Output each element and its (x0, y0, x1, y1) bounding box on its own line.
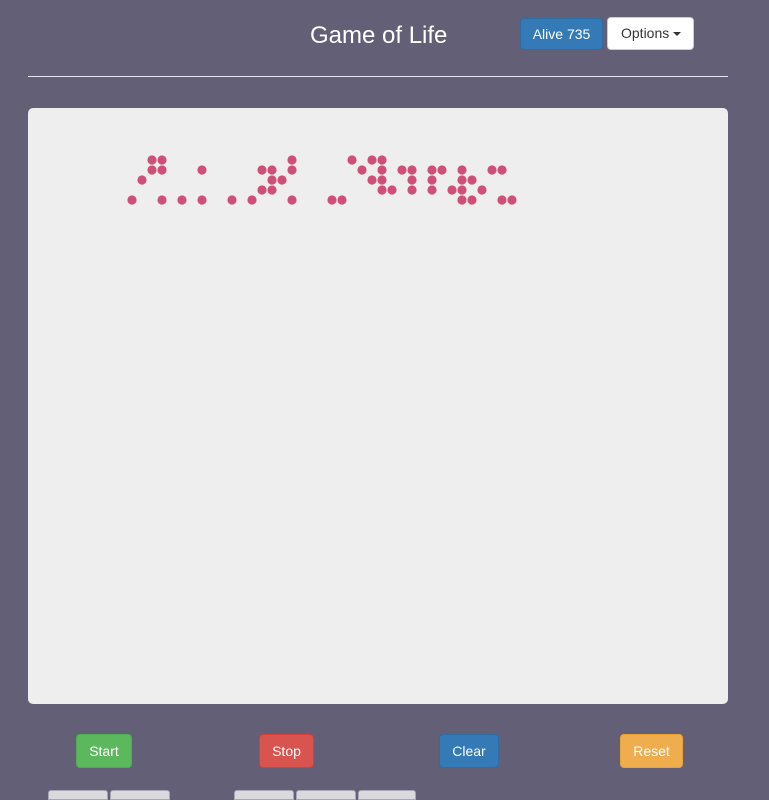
live-cell[interactable] (157, 155, 167, 165)
bottom-tab[interactable] (110, 790, 170, 800)
live-cell[interactable] (327, 195, 337, 205)
live-cell[interactable] (377, 185, 387, 195)
live-cell[interactable] (177, 195, 187, 205)
bottom-tab[interactable] (296, 790, 356, 800)
live-cell[interactable] (437, 165, 447, 175)
live-cell[interactable] (427, 175, 437, 185)
reset-button[interactable]: Reset (620, 734, 683, 768)
live-cell[interactable] (197, 195, 207, 205)
live-cell[interactable] (287, 165, 297, 175)
live-cell[interactable] (387, 185, 397, 195)
live-cell[interactable] (427, 165, 437, 175)
options-dropdown-button[interactable]: Options (607, 17, 694, 50)
board-panel (28, 108, 728, 704)
live-cell[interactable] (467, 195, 477, 205)
live-cell[interactable] (397, 165, 407, 175)
live-cell[interactable] (257, 165, 267, 175)
live-cell[interactable] (197, 165, 207, 175)
live-cell[interactable] (457, 165, 467, 175)
live-cell[interactable] (247, 195, 257, 205)
live-cell[interactable] (267, 175, 277, 185)
live-cell[interactable] (457, 175, 467, 185)
live-cell[interactable] (127, 195, 137, 205)
live-cell[interactable] (487, 165, 497, 175)
live-cell[interactable] (367, 175, 377, 185)
live-cell[interactable] (287, 195, 297, 205)
live-cell[interactable] (227, 195, 237, 205)
clear-button[interactable]: Clear (439, 734, 499, 768)
live-cell[interactable] (377, 165, 387, 175)
live-cell[interactable] (377, 155, 387, 165)
live-cell[interactable] (147, 155, 157, 165)
live-cell[interactable] (157, 165, 167, 175)
live-cell[interactable] (147, 165, 157, 175)
live-cell[interactable] (377, 175, 387, 185)
live-cell[interactable] (257, 185, 267, 195)
live-cell[interactable] (477, 185, 487, 195)
live-cell[interactable] (457, 185, 467, 195)
bottom-tab[interactable] (234, 790, 294, 800)
live-cell[interactable] (507, 195, 517, 205)
bottom-tab[interactable] (358, 790, 416, 800)
live-cell[interactable] (137, 175, 147, 185)
header-divider (28, 76, 728, 77)
live-cell[interactable] (357, 165, 367, 175)
caret-down-icon (673, 32, 682, 37)
live-cell[interactable] (287, 155, 297, 165)
alive-counter-button[interactable]: Alive 735 (520, 18, 603, 50)
live-cell[interactable] (467, 175, 477, 185)
page-title: Game of Life (310, 22, 448, 49)
live-cell[interactable] (337, 195, 347, 205)
bottom-tab-strip (0, 790, 769, 800)
live-cell[interactable] (457, 195, 467, 205)
live-cell[interactable] (427, 185, 437, 195)
start-button[interactable]: Start (76, 734, 132, 768)
stop-button[interactable]: Stop (259, 734, 314, 768)
live-cell[interactable] (277, 175, 287, 185)
live-cell[interactable] (407, 175, 417, 185)
live-cell[interactable] (367, 155, 377, 165)
live-cell[interactable] (267, 165, 277, 175)
live-cell[interactable] (407, 165, 417, 175)
live-cell[interactable] (347, 155, 357, 165)
live-cell[interactable] (447, 185, 457, 195)
live-cell[interactable] (497, 195, 507, 205)
alive-count: 735 (566, 26, 591, 42)
live-cell[interactable] (267, 185, 277, 195)
live-cell[interactable] (157, 195, 167, 205)
options-label: Options (621, 25, 670, 41)
bottom-tab[interactable] (48, 790, 108, 800)
live-cell[interactable] (497, 165, 507, 175)
life-grid[interactable] (28, 108, 728, 704)
alive-label: Alive (532, 26, 564, 42)
live-cell[interactable] (407, 185, 417, 195)
